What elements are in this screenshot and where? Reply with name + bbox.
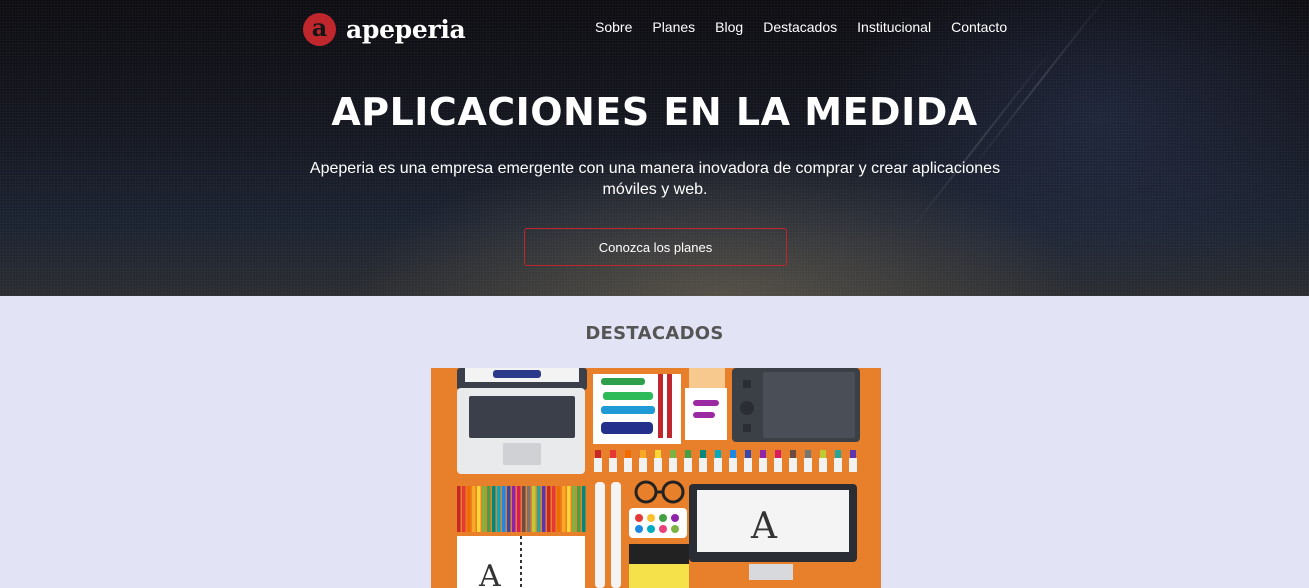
ruler — [595, 482, 605, 588]
logo-badge-icon: a — [303, 13, 336, 46]
glasses-icon — [634, 480, 685, 504]
sketchbook — [629, 544, 689, 588]
svg-text:A: A — [750, 506, 778, 547]
main-nav: Sobre Planes Blog Destacados Institucion… — [595, 19, 1007, 35]
nav-link-contacto[interactable]: Contacto — [951, 19, 1007, 35]
paint-tubes-row — [591, 448, 861, 474]
designer-desk-illustration: A A — [457, 368, 861, 588]
colored-pencils — [457, 486, 586, 532]
laptop-icon — [457, 368, 587, 474]
nav-link-destacados[interactable]: Destacados — [763, 19, 837, 35]
hero-title: APLICACIONES EN LA MEDIDA — [331, 90, 978, 134]
featured-image[interactable]: A A — [431, 368, 881, 588]
nav-link-institucional[interactable]: Institucional — [857, 19, 931, 35]
nav-link-blog[interactable]: Blog — [715, 19, 743, 35]
open-notebook: A — [457, 536, 585, 588]
brand-name: apeperia — [346, 15, 466, 44]
paint-palette — [629, 508, 687, 538]
paint-swatches — [593, 374, 681, 444]
monitor-icon: A — [689, 484, 857, 580]
featured-section-title: DESTACADOS — [585, 323, 724, 344]
hero-banner: a apeperia Sobre Planes Blog Destacados … — [0, 0, 1309, 296]
drawing-tablet-icon — [732, 368, 860, 442]
hero-subtitle: Apeperia es una empresa emergente con un… — [309, 160, 1001, 198]
view-plans-button[interactable]: Conozca los planes — [524, 228, 787, 266]
nav-link-planes[interactable]: Planes — [652, 19, 695, 35]
brush-card — [685, 368, 727, 440]
brand-logo[interactable]: a apeperia — [303, 13, 466, 46]
nav-link-sobre[interactable]: Sobre — [595, 19, 632, 35]
svg-text:A: A — [478, 559, 501, 588]
